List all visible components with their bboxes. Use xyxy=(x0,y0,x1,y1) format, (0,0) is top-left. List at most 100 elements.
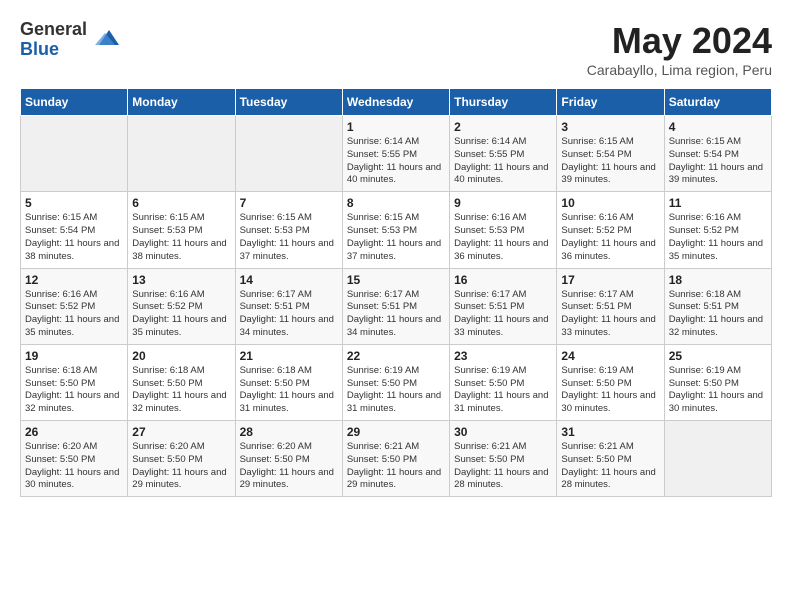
day-number: 16 xyxy=(454,273,552,287)
day-cell xyxy=(128,116,235,192)
day-cell: 1 Sunrise: 6:14 AM Sunset: 5:55 PM Daylig… xyxy=(342,116,449,192)
day-cell: 25Sunrise: 6:19 AM Sunset: 5:50 PM Dayli… xyxy=(664,344,771,420)
calendar: Sunday Monday Tuesday Wednesday Thursday… xyxy=(20,88,772,497)
day-cell: 8 Sunrise: 6:15 AM Sunset: 5:53 PM Daylig… xyxy=(342,192,449,268)
header: General Blue May 2024 Carabayllo, Lima r… xyxy=(20,20,772,78)
day-cell: 29 Sunrise: 6:21 AM Sunset: 5:50 PM Dayli… xyxy=(342,421,449,497)
day-info: Sunrise: 6:16 AM Sunset: 5:52 PM Dayligh… xyxy=(669,212,767,263)
header-row: Sunday Monday Tuesday Wednesday Thursday… xyxy=(21,89,772,116)
day-cell: 18 Sunrise: 6:18 AM Sunset: 5:51 PM Dayli… xyxy=(664,268,771,344)
day-number: 31 xyxy=(561,425,659,439)
day-number: 30 xyxy=(454,425,552,439)
day-info: Sunrise: 6:18 AM Sunset: 5:51 PM Dayligh… xyxy=(669,289,767,340)
day-cell: 24Sunrise: 6:19 AM Sunset: 5:50 PM Dayli… xyxy=(557,344,664,420)
day-cell: 5 Sunrise: 6:15 AM Sunset: 5:54 PM Daylig… xyxy=(21,192,128,268)
day-cell: 14Sunrise: 6:17 AM Sunset: 5:51 PM Dayli… xyxy=(235,268,342,344)
day-number: 8 xyxy=(347,196,445,210)
day-cell: 7 Sunrise: 6:15 AM Sunset: 5:53 PM Daylig… xyxy=(235,192,342,268)
day-info: Sunrise: 6:15 AM Sunset: 5:54 PM Dayligh… xyxy=(25,212,123,263)
day-number: 5 xyxy=(25,196,123,210)
day-number: 10 xyxy=(561,196,659,210)
day-info: Sunrise: 6:14 AM Sunset: 5:55 PM Dayligh… xyxy=(347,136,445,187)
day-number: 13 xyxy=(132,273,230,287)
day-number: 7 xyxy=(240,196,338,210)
day-number: 23 xyxy=(454,349,552,363)
col-thursday: Thursday xyxy=(450,89,557,116)
week-row-5: 26 Sunrise: 6:20 AM Sunset: 5:50 PM Dayli… xyxy=(21,421,772,497)
day-cell: 13 Sunrise: 6:16 AM Sunset: 5:52 PM Dayli… xyxy=(128,268,235,344)
day-number: 26 xyxy=(25,425,123,439)
day-number: 2 xyxy=(454,120,552,134)
day-number: 28 xyxy=(240,425,338,439)
day-cell: 20Sunrise: 6:18 AM Sunset: 5:50 PM Dayli… xyxy=(128,344,235,420)
day-number: 11 xyxy=(669,196,767,210)
day-cell: 28 Sunrise: 6:20 AM Sunset: 5:50 PM Dayli… xyxy=(235,421,342,497)
day-info: Sunrise: 6:17 AM Sunset: 5:51 PM Dayligh… xyxy=(454,289,552,340)
logo-blue: Blue xyxy=(20,40,87,60)
day-cell: 17 Sunrise: 6:17 AM Sunset: 5:51 PM Dayli… xyxy=(557,268,664,344)
day-cell: 16 Sunrise: 6:17 AM Sunset: 5:51 PM Dayli… xyxy=(450,268,557,344)
day-number: 21 xyxy=(240,349,338,363)
day-cell: 31Sunrise: 6:21 AM Sunset: 5:50 PM Dayli… xyxy=(557,421,664,497)
day-cell: 4Sunrise: 6:15 AM Sunset: 5:54 PM Daylig… xyxy=(664,116,771,192)
day-number: 20 xyxy=(132,349,230,363)
day-cell: 15 Sunrise: 6:17 AM Sunset: 5:51 PM Dayli… xyxy=(342,268,449,344)
day-cell: 30 Sunrise: 6:21 AM Sunset: 5:50 PM Dayli… xyxy=(450,421,557,497)
day-number: 18 xyxy=(669,273,767,287)
day-info: Sunrise: 6:19 AM Sunset: 5:50 PM Dayligh… xyxy=(347,365,445,416)
day-info: Sunrise: 6:16 AM Sunset: 5:52 PM Dayligh… xyxy=(561,212,659,263)
day-cell: 21 Sunrise: 6:18 AM Sunset: 5:50 PM Dayli… xyxy=(235,344,342,420)
day-info: Sunrise: 6:19 AM Sunset: 5:50 PM Dayligh… xyxy=(561,365,659,416)
day-info: Sunrise: 6:19 AM Sunset: 5:50 PM Dayligh… xyxy=(454,365,552,416)
day-info: Sunrise: 6:15 AM Sunset: 5:53 PM Dayligh… xyxy=(132,212,230,263)
day-number: 12 xyxy=(25,273,123,287)
day-cell: 11 Sunrise: 6:16 AM Sunset: 5:52 PM Dayli… xyxy=(664,192,771,268)
day-info: Sunrise: 6:15 AM Sunset: 5:54 PM Dayligh… xyxy=(561,136,659,187)
day-info: Sunrise: 6:20 AM Sunset: 5:50 PM Dayligh… xyxy=(240,441,338,492)
week-row-4: 19Sunrise: 6:18 AM Sunset: 5:50 PM Dayli… xyxy=(21,344,772,420)
day-number: 25 xyxy=(669,349,767,363)
day-info: Sunrise: 6:21 AM Sunset: 5:50 PM Dayligh… xyxy=(454,441,552,492)
week-row-3: 12 Sunrise: 6:16 AM Sunset: 5:52 PM Dayli… xyxy=(21,268,772,344)
day-cell xyxy=(21,116,128,192)
day-info: Sunrise: 6:16 AM Sunset: 5:52 PM Dayligh… xyxy=(132,289,230,340)
day-number: 17 xyxy=(561,273,659,287)
day-cell xyxy=(664,421,771,497)
day-cell: 2Sunrise: 6:14 AM Sunset: 5:55 PM Daylig… xyxy=(450,116,557,192)
calendar-body: 1 Sunrise: 6:14 AM Sunset: 5:55 PM Daylig… xyxy=(21,116,772,497)
col-wednesday: Wednesday xyxy=(342,89,449,116)
day-info: Sunrise: 6:18 AM Sunset: 5:50 PM Dayligh… xyxy=(240,365,338,416)
logo-general: General xyxy=(20,20,87,40)
day-cell: 9Sunrise: 6:16 AM Sunset: 5:53 PM Daylig… xyxy=(450,192,557,268)
day-cell: 23 Sunrise: 6:19 AM Sunset: 5:50 PM Dayli… xyxy=(450,344,557,420)
day-info: Sunrise: 6:16 AM Sunset: 5:52 PM Dayligh… xyxy=(25,289,123,340)
day-info: Sunrise: 6:21 AM Sunset: 5:50 PM Dayligh… xyxy=(347,441,445,492)
day-number: 1 xyxy=(347,120,445,134)
day-info: Sunrise: 6:18 AM Sunset: 5:50 PM Dayligh… xyxy=(25,365,123,416)
day-info: Sunrise: 6:15 AM Sunset: 5:53 PM Dayligh… xyxy=(347,212,445,263)
day-info: Sunrise: 6:20 AM Sunset: 5:50 PM Dayligh… xyxy=(132,441,230,492)
day-cell: 3 Sunrise: 6:15 AM Sunset: 5:54 PM Daylig… xyxy=(557,116,664,192)
day-info: Sunrise: 6:15 AM Sunset: 5:53 PM Dayligh… xyxy=(240,212,338,263)
day-cell: 26 Sunrise: 6:20 AM Sunset: 5:50 PM Dayli… xyxy=(21,421,128,497)
subtitle: Carabayllo, Lima region, Peru xyxy=(587,62,772,78)
day-number: 6 xyxy=(132,196,230,210)
title-area: May 2024 Carabayllo, Lima region, Peru xyxy=(587,20,772,78)
day-number: 29 xyxy=(347,425,445,439)
day-info: Sunrise: 6:20 AM Sunset: 5:50 PM Dayligh… xyxy=(25,441,123,492)
day-number: 27 xyxy=(132,425,230,439)
col-sunday: Sunday xyxy=(21,89,128,116)
day-cell: 12 Sunrise: 6:16 AM Sunset: 5:52 PM Dayli… xyxy=(21,268,128,344)
week-row-2: 5 Sunrise: 6:15 AM Sunset: 5:54 PM Daylig… xyxy=(21,192,772,268)
week-row-1: 1 Sunrise: 6:14 AM Sunset: 5:55 PM Daylig… xyxy=(21,116,772,192)
day-number: 15 xyxy=(347,273,445,287)
logo: General Blue xyxy=(20,20,121,60)
day-number: 4 xyxy=(669,120,767,134)
logo-icon xyxy=(91,25,121,55)
day-info: Sunrise: 6:17 AM Sunset: 5:51 PM Dayligh… xyxy=(347,289,445,340)
day-info: Sunrise: 6:17 AM Sunset: 5:51 PM Dayligh… xyxy=(561,289,659,340)
col-monday: Monday xyxy=(128,89,235,116)
day-number: 3 xyxy=(561,120,659,134)
col-tuesday: Tuesday xyxy=(235,89,342,116)
day-cell: 22Sunrise: 6:19 AM Sunset: 5:50 PM Dayli… xyxy=(342,344,449,420)
